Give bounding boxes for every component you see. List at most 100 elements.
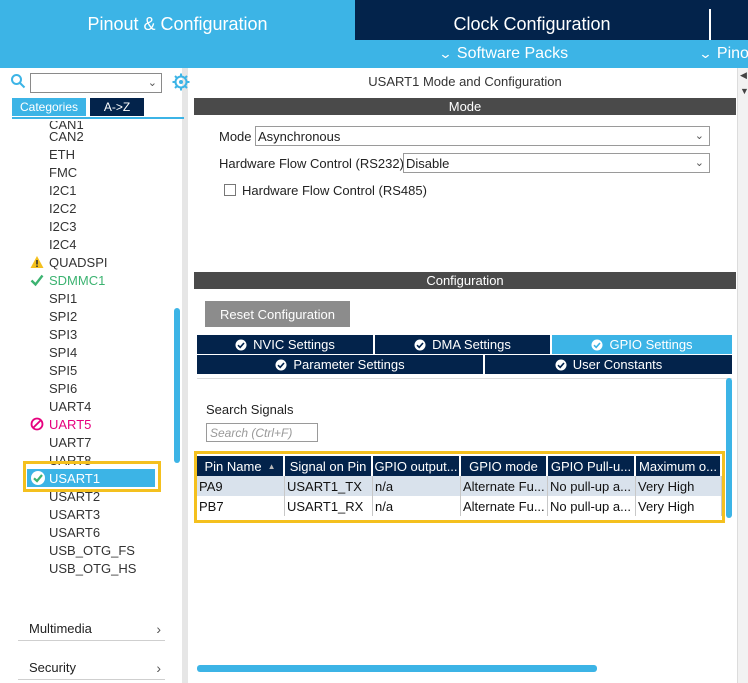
chevron-down-icon: ⌄	[438, 46, 453, 61]
highlight-frame-usart1	[23, 461, 161, 492]
tab-parameter-settings[interactable]: Parameter Settings	[197, 355, 483, 374]
list-item[interactable]: I2C3	[49, 217, 76, 235]
list-item[interactable]: USB_OTG_FS	[49, 541, 135, 559]
chevron-down-icon: ⌄	[694, 130, 704, 142]
list-item[interactable]: UART7	[49, 433, 91, 451]
mode-label: Mode	[219, 128, 252, 144]
sub-menu-bar: ⌄ Software Packs ⌄ Pino	[0, 40, 748, 68]
warning-icon	[30, 256, 44, 268]
tab-a-to-z[interactable]: A->Z	[90, 98, 144, 116]
list-item-label: USB_OTG_HS	[49, 560, 137, 576]
tab-dma-settings[interactable]: DMA Settings	[375, 335, 550, 354]
search-signals-placeholder: Search (Ctrl+F)	[210, 425, 293, 440]
list-item-label: UART4	[49, 398, 92, 414]
list-item-label: SPI6	[49, 380, 78, 396]
list-item[interactable]: SPI6	[49, 379, 77, 397]
list-item[interactable]: SPI1	[49, 289, 77, 307]
tab-label: DMA Settings	[432, 337, 511, 352]
list-item[interactable]: SPI3	[49, 325, 77, 343]
disabled-icon	[30, 417, 44, 431]
group-label: Security	[29, 660, 76, 675]
tab-nvic-settings[interactable]: NVIC Settings	[197, 335, 373, 354]
tab-label: Parameter Settings	[293, 357, 405, 372]
list-item-label: FMC	[49, 164, 78, 180]
tab-gpio-settings[interactable]: GPIO Settings	[552, 335, 732, 354]
chevron-down-icon[interactable]: ⌄	[148, 76, 157, 89]
right-vertical-scrollbar[interactable]	[726, 378, 732, 518]
tab-label: NVIC Settings	[253, 337, 335, 352]
check-circle-icon	[591, 339, 603, 350]
left-scrollbar[interactable]	[174, 308, 180, 463]
mode-select[interactable]: Asynchronous ⌄	[255, 126, 710, 146]
list-item[interactable]: CAN2	[49, 127, 84, 145]
tab-categories[interactable]: Categories	[12, 98, 86, 116]
list-item[interactable]: I2C1	[49, 181, 76, 199]
hwfc-rs232-select[interactable]: Disable ⌄	[403, 153, 710, 173]
search-icon	[11, 74, 26, 89]
peripheral-list: CAN1 CAN2 ETH FMC I2C1 I2C2 I2C3 I2C4 QU…	[0, 121, 182, 593]
list-item[interactable]: FMC	[49, 163, 77, 181]
chevron-left-icon[interactable]: ◀	[740, 70, 747, 81]
software-packs-menu[interactable]: ⌄ Software Packs	[438, 40, 569, 68]
list-item[interactable]: SPI2	[49, 307, 77, 325]
list-item-label: USART3	[49, 506, 101, 522]
reset-configuration-button[interactable]: Reset Configuration	[205, 301, 350, 327]
list-item-label: CAN2	[49, 128, 84, 144]
tab-underline	[12, 117, 184, 119]
panel-title: USART1 Mode and Configuration	[368, 74, 562, 89]
list-item[interactable]: USB_OTG_HS	[49, 559, 136, 577]
list-item-label: I2C3	[49, 218, 77, 234]
hwfc-rs232-label: Hardware Flow Control (RS232)	[219, 155, 404, 171]
group-label: Multimedia	[29, 621, 92, 636]
list-item[interactable]: I2C2	[49, 199, 76, 217]
chevron-right-icon: ›	[156, 620, 161, 637]
list-item[interactable]: USART3	[49, 505, 100, 523]
gpio-settings-content: Search Signals Search (Ctrl+F) Pin Name …	[194, 378, 732, 668]
search-signals-input[interactable]: Search (Ctrl+F)	[206, 423, 318, 442]
list-item-label: SPI2	[49, 308, 78, 324]
checkmark-icon	[30, 274, 44, 287]
tab-user-constants[interactable]: User Constants	[485, 355, 732, 374]
list-item[interactable]: USART6	[49, 523, 100, 541]
tab-clock-configuration[interactable]: Clock Configuration	[358, 9, 706, 40]
category-group-multimedia[interactable]: Multimedia ›	[18, 617, 165, 641]
tab-label: GPIO Settings	[609, 337, 693, 352]
check-circle-icon	[555, 359, 567, 370]
list-item[interactable]: UART5	[30, 415, 92, 433]
configuration-section-header: Configuration	[194, 272, 736, 289]
hwfc-rs485-row[interactable]: Hardware Flow Control (RS485)	[224, 180, 427, 200]
list-item[interactable]: I2C4	[49, 235, 76, 253]
search-signals-label: Search Signals	[206, 402, 294, 417]
mode-select-value: Asynchronous	[258, 128, 341, 144]
list-item[interactable]: SDMMC1	[30, 271, 105, 289]
pinout-menu[interactable]: ⌄ Pino	[698, 40, 748, 68]
right-collapse-strip[interactable]: ◀ ▼	[737, 68, 748, 683]
list-item[interactable]: SPI5	[49, 361, 77, 379]
list-item-label: UART5	[49, 416, 92, 432]
list-item[interactable]: SPI4	[49, 343, 77, 361]
left-panel: ⌄ Categories A->Z CAN1 CAN2 ETH FMC I2C1…	[0, 68, 190, 683]
list-item[interactable]: QUADSPI	[30, 253, 108, 271]
search-input[interactable]: ⌄	[30, 73, 162, 93]
check-circle-icon	[235, 339, 247, 350]
software-packs-label: Software Packs	[456, 45, 569, 62]
category-group-security[interactable]: Security ›	[18, 656, 165, 680]
list-item[interactable]: ETH	[49, 145, 75, 163]
tab-label: User Constants	[572, 357, 663, 372]
chevron-down-icon[interactable]: ▼	[740, 86, 748, 96]
hwfc-select-value: Disable	[406, 155, 450, 171]
highlight-frame-gpio-table	[194, 451, 725, 523]
chevron-right-icon: ›	[156, 659, 161, 676]
tab-overflow[interactable]	[709, 9, 748, 40]
list-item[interactable]: UART4	[49, 397, 91, 415]
tab-pinout-configuration[interactable]: Pinout & Configuration	[0, 0, 355, 40]
hwfc-rs485-checkbox[interactable]	[224, 184, 236, 196]
list-item-label: USB_OTG_FS	[49, 542, 135, 558]
list-item-label: SPI5	[49, 362, 78, 378]
top-tab-bar: Pinout & Configuration Clock Configurati…	[0, 0, 748, 40]
list-item-label: SPI1	[49, 290, 78, 306]
gear-icon[interactable]	[172, 73, 190, 91]
chevron-down-icon: ⌄	[698, 46, 713, 61]
list-item-label: I2C4	[49, 236, 77, 252]
right-horizontal-scrollbar[interactable]	[197, 665, 597, 672]
